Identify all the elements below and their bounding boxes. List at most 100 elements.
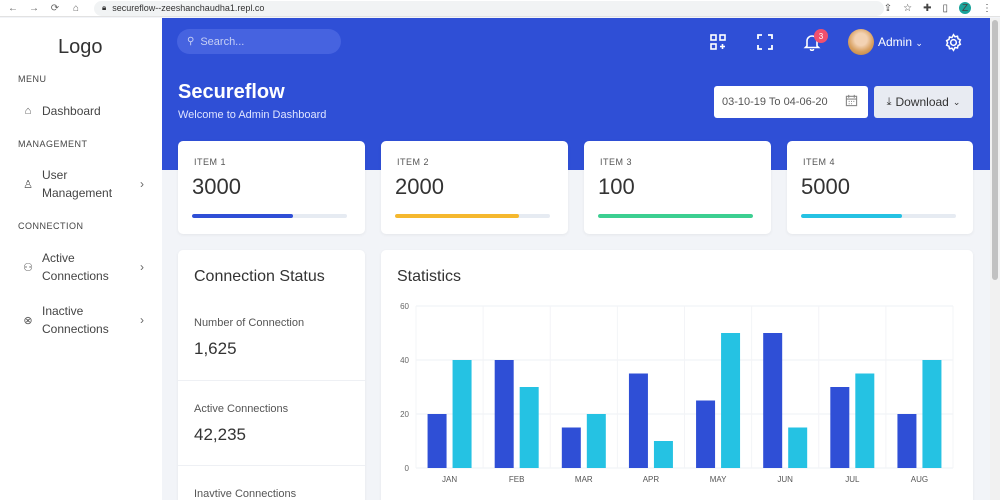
kpi-value: 100 [598, 174, 635, 199]
bar-series-1-aug [897, 414, 917, 468]
stat-label: Active Connections [194, 403, 289, 415]
kpi-label: ITEM 1 [194, 157, 227, 167]
stat-label: Number of Connection [194, 317, 305, 329]
kpi-progress-fill [395, 214, 519, 218]
bar-series-2-may [721, 333, 741, 468]
kpi-card-item-3: ITEM 3 100 [584, 141, 771, 234]
bar-series-1-may [696, 400, 716, 468]
kpi-progress-fill [192, 214, 293, 218]
sidebar-item-active-connections[interactable]: ⚇ Active Connections › [22, 249, 144, 285]
address-bar[interactable]: 🔒︎ secureflow--zeeshanchaudha1.repl.co [94, 0, 884, 16]
sidebar-item-label: Active Connections [42, 251, 109, 283]
statistics-bar-chart: 0 20 40 60 JAN FEB MAR APR MAY JUN JUL AUG [400, 302, 954, 484]
bar-series-2-mar [586, 414, 606, 468]
bar-series-2-jul [855, 373, 875, 468]
kpi-label: ITEM 3 [600, 157, 633, 167]
date-range-input[interactable]: 03-10-19 To 04-06-20 [714, 86, 868, 118]
bar-series-2-apr [653, 441, 673, 468]
y-tick-label: 20 [400, 410, 409, 419]
bar-series-1-jan [427, 414, 447, 468]
gear-icon[interactable] [944, 30, 963, 54]
statistics-card: Statistics 0 20 40 60 JAN FEB MAR APR MAY JUN JUL A… [381, 250, 973, 500]
kpi-progress-track [598, 214, 753, 218]
bar-series-1-feb [494, 360, 514, 468]
search-input[interactable]: ⚲ Search... [177, 29, 341, 54]
extensions-icon[interactable]: ✚ [923, 3, 931, 14]
forward-arrow-icon[interactable]: → [28, 3, 40, 14]
page-subtitle: Welcome to Admin Dashboard [178, 109, 327, 121]
kpi-card-item-1: ITEM 1 3000 [178, 141, 365, 234]
kpi-label: ITEM 2 [397, 157, 430, 167]
calendar-icon [845, 94, 858, 110]
kpi-card-item-4: ITEM 4 5000 [787, 141, 973, 234]
cancel-circle-icon: ⊗ [23, 314, 33, 327]
sidebar-item-dashboard[interactable]: ⌂ Dashboard [22, 102, 144, 120]
user-icon: ♙ [23, 178, 33, 191]
stat-value: 42,235 [194, 425, 246, 444]
y-tick-label: 40 [400, 356, 409, 365]
stat-row: Number of Connection 1,625 [178, 295, 365, 380]
kpi-progress-track [192, 214, 347, 218]
kpi-card-item-2: ITEM 2 2000 [381, 141, 568, 234]
bar-series-1-apr [628, 373, 648, 468]
sidebar-item-user-management[interactable]: ♙ User Management › [22, 166, 144, 202]
stat-value: 1,625 [194, 339, 237, 358]
bar-series-2-feb [519, 387, 539, 468]
user-menu[interactable]: Admin ⌄ [878, 35, 923, 49]
x-tick-label: AUG [911, 475, 928, 484]
bar-series-1-jul [830, 387, 850, 468]
bar-series-2-jan [452, 360, 472, 468]
chevron-right-icon: › [140, 313, 144, 327]
x-tick-label: JUN [777, 475, 793, 484]
sidebar-item-label: Inactive Connections [42, 304, 109, 336]
kebab-menu-icon[interactable]: ⋮ [982, 3, 992, 14]
sidebar-toggle-icon[interactable]: ▯ [942, 3, 948, 14]
bar-series-1-jun [763, 333, 783, 468]
date-range-value: 03-10-19 To 04-06-20 [722, 96, 828, 108]
browser-toolbar: ← → ⟳ ⌂ 🔒︎ secureflow--zeeshanchaudha1.r… [0, 0, 1000, 17]
x-tick-label: FEB [509, 475, 525, 484]
chevron-right-icon: › [140, 177, 144, 191]
section-label-connection: CONNECTION [18, 221, 84, 231]
bar-series-2-aug [922, 360, 942, 468]
y-tick-label: 0 [405, 464, 410, 473]
kpi-progress-fill [598, 214, 753, 218]
x-tick-label: JUL [845, 475, 860, 484]
section-label-management: MANAGEMENT [18, 139, 88, 149]
stat-row: Inavtive Connections [178, 465, 365, 500]
y-tick-label: 60 [400, 302, 409, 311]
home-icon: ⌂ [24, 105, 32, 117]
stat-row: Active Connections 42,235 [178, 380, 365, 465]
kpi-value: 3000 [192, 174, 241, 199]
download-label: Download [895, 95, 949, 109]
scrollbar-thumb[interactable] [992, 20, 998, 280]
sidebar-item-label: User Management [42, 168, 113, 200]
kpi-value: 2000 [395, 174, 444, 199]
logo: Logo [58, 36, 103, 58]
home-icon[interactable]: ⌂ [70, 3, 82, 14]
qr-apps-icon[interactable] [709, 30, 727, 54]
avatar[interactable] [848, 29, 874, 55]
page-title: Secureflow [178, 81, 285, 103]
download-button[interactable]: ⤓ Download ⌄ [874, 86, 973, 118]
kpi-label: ITEM 4 [803, 157, 836, 167]
kpi-progress-fill [801, 214, 902, 218]
search-placeholder: Search... [200, 35, 245, 48]
kpi-value: 5000 [801, 174, 850, 199]
x-tick-label: JAN [442, 475, 457, 484]
notification-badge: 3 [814, 29, 828, 43]
kpi-progress-track [801, 214, 956, 218]
bookmark-star-icon[interactable]: ☆ [903, 3, 912, 14]
back-arrow-icon[interactable]: ← [7, 3, 19, 14]
connection-status-card: Connection Status Number of Connection 1… [178, 250, 365, 500]
card-title: Connection Status [194, 268, 325, 285]
sidebar-item-inactive-connections[interactable]: ⊗ Inactive Connections › [22, 302, 144, 338]
user-name: Admin [878, 35, 913, 49]
share-icon[interactable]: ⇪ [884, 3, 892, 14]
bar-series-2-jun [788, 427, 808, 468]
fullscreen-icon[interactable] [756, 30, 774, 54]
url-text: secureflow--zeeshanchaudha1.repl.co [112, 3, 265, 13]
kpi-progress-track [395, 214, 550, 218]
profile-avatar[interactable]: Z [959, 2, 971, 14]
reload-icon[interactable]: ⟳ [49, 3, 61, 14]
